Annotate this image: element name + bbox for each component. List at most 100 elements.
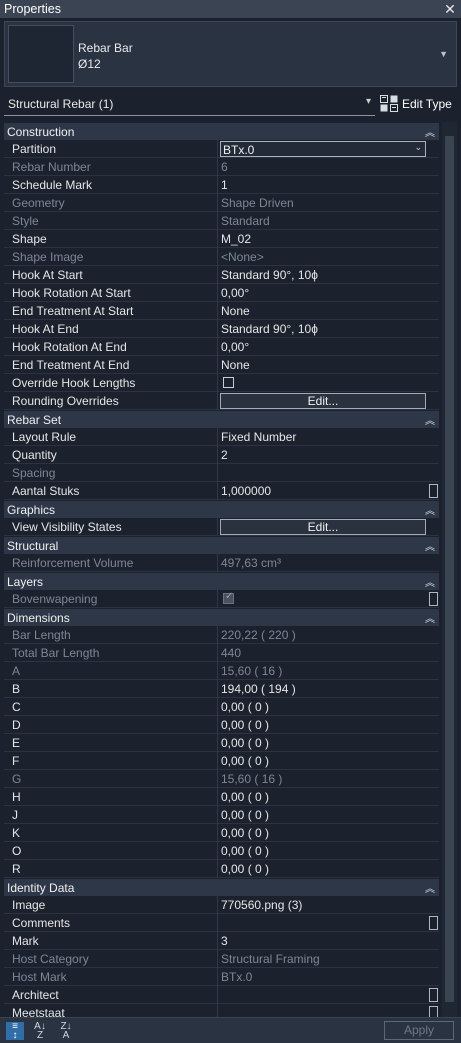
- property-value[interactable]: 0,00 ( 0 ): [221, 754, 269, 768]
- column-divider: [217, 428, 218, 446]
- property-label: Spacing: [12, 466, 56, 480]
- property-label: Partition: [12, 142, 57, 156]
- property-value[interactable]: 0,00 ( 0 ): [221, 808, 269, 822]
- property-row[interactable]: F 0,00 ( 0 ): [4, 752, 439, 770]
- property-value[interactable]: 770560.png (3): [221, 898, 302, 912]
- property-row[interactable]: Meetstaat: [4, 1004, 439, 1017]
- collapse-icon[interactable]: ︽: [425, 880, 435, 895]
- property-row[interactable]: B 194,00 ( 194 ): [4, 680, 439, 698]
- property-row[interactable]: Hook At Start Standard 90°, 10ϕ: [4, 266, 439, 284]
- property-row[interactable]: Layout Rule Fixed Number: [4, 428, 439, 446]
- property-value[interactable]: None: [221, 304, 250, 318]
- property-row[interactable]: Shape M_02: [4, 230, 439, 248]
- property-row[interactable]: C 0,00 ( 0 ): [4, 698, 439, 716]
- property-value[interactable]: 0,00 ( 0 ): [221, 790, 269, 804]
- property-value[interactable]: 0,00 ( 0 ): [221, 844, 269, 858]
- property-value: 440: [221, 646, 242, 660]
- column-divider: [217, 950, 218, 968]
- instance-filter-dropdown[interactable]: Structural Rebar (1) ▾: [4, 92, 375, 116]
- property-row: Style Standard: [4, 212, 439, 230]
- property-row[interactable]: Override Hook Lengths: [4, 374, 439, 392]
- scrollbar-thumb[interactable]: [445, 136, 454, 1002]
- property-row[interactable]: Architect: [4, 986, 439, 1004]
- value-expand-button[interactable]: [429, 592, 438, 606]
- property-value[interactable]: None: [221, 358, 250, 372]
- column-divider: [217, 734, 218, 752]
- type-selector[interactable]: Rebar Bar Ø12 ▼: [4, 21, 457, 87]
- property-row[interactable]: Mark 3: [4, 932, 439, 950]
- property-row[interactable]: View Visibility States Edit...: [4, 518, 439, 536]
- property-value[interactable]: 0,00 ( 0 ): [221, 862, 269, 876]
- value-expand-button[interactable]: [429, 1006, 438, 1017]
- property-value[interactable]: Standard 90°, 10ϕ: [221, 322, 318, 336]
- chevron-down-icon[interactable]: ⌄: [414, 142, 422, 153]
- property-row: Bar Length 220,22 ( 220 ): [4, 626, 439, 644]
- properties-scrollbar[interactable]: [442, 122, 457, 1017]
- value-expand-button[interactable]: [429, 916, 438, 930]
- property-value[interactable]: 1: [221, 178, 228, 192]
- property-row[interactable]: Image 770560.png (3): [4, 896, 439, 914]
- property-value[interactable]: Fixed Number: [221, 430, 296, 444]
- property-checkbox[interactable]: [223, 377, 234, 388]
- chevron-down-icon[interactable]: ▾: [366, 96, 371, 107]
- property-value[interactable]: 3: [221, 934, 228, 948]
- property-value[interactable]: 194,00 ( 194 ): [221, 682, 296, 696]
- property-value[interactable]: 0,00°: [221, 340, 249, 354]
- property-row[interactable]: Quantity 2: [4, 446, 439, 464]
- property-row[interactable]: Schedule Mark 1: [4, 176, 439, 194]
- property-row[interactable]: End Treatment At Start None: [4, 302, 439, 320]
- property-row[interactable]: K 0,00 ( 0 ): [4, 824, 439, 842]
- chevron-down-icon[interactable]: ▼: [439, 49, 448, 59]
- section-header[interactable]: Dimensions ︽: [4, 608, 439, 626]
- property-row[interactable]: R 0,00 ( 0 ): [4, 860, 439, 878]
- collapse-icon[interactable]: ︽: [425, 502, 435, 517]
- property-row[interactable]: J 0,00 ( 0 ): [4, 806, 439, 824]
- property-row[interactable]: E 0,00 ( 0 ): [4, 734, 439, 752]
- collapse-icon[interactable]: ︽: [425, 610, 435, 625]
- property-row[interactable]: O 0,00 ( 0 ): [4, 842, 439, 860]
- collapse-icon[interactable]: ︽: [425, 538, 435, 553]
- property-row: Reinforcement Volume 497,63 cm³: [4, 554, 439, 572]
- close-icon[interactable]: ✕: [443, 0, 457, 18]
- categorized-view-icon[interactable]: ≡ ↕: [6, 1022, 24, 1041]
- section-header[interactable]: Construction ︽: [4, 122, 439, 140]
- sort-ascending-icon[interactable]: A↓ Z: [31, 1022, 49, 1041]
- property-row[interactable]: Hook At End Standard 90°, 10ϕ: [4, 320, 439, 338]
- property-row[interactable]: Hook Rotation At Start 0,00°: [4, 284, 439, 302]
- property-value[interactable]: M_02: [221, 232, 251, 246]
- section-header[interactable]: Structural ︽: [4, 536, 439, 554]
- property-row[interactable]: End Treatment At End None: [4, 356, 439, 374]
- property-value[interactable]: 0,00°: [221, 286, 249, 300]
- edit-button[interactable]: Edit...: [220, 393, 426, 409]
- property-value[interactable]: 1,000000: [221, 484, 271, 498]
- property-row[interactable]: D 0,00 ( 0 ): [4, 716, 439, 734]
- property-value[interactable]: 0,00 ( 0 ): [221, 826, 269, 840]
- sort-descending-icon[interactable]: Z↓ A: [57, 1022, 75, 1041]
- edit-button[interactable]: Edit...: [220, 519, 426, 535]
- value-expand-button[interactable]: [429, 484, 438, 498]
- value-expand-button[interactable]: [429, 988, 438, 1002]
- property-value[interactable]: 0,00 ( 0 ): [221, 718, 269, 732]
- property-label: Bovenwapening: [12, 592, 98, 606]
- property-row[interactable]: Hook Rotation At End 0,00°: [4, 338, 439, 356]
- property-value[interactable]: 0,00 ( 0 ): [221, 736, 269, 750]
- property-row: Host Mark BTx.0: [4, 968, 439, 986]
- section-header[interactable]: Graphics ︽: [4, 500, 439, 518]
- property-value[interactable]: 0,00 ( 0 ): [221, 700, 269, 714]
- section-header[interactable]: Layers ︽: [4, 572, 439, 590]
- property-row[interactable]: Comments: [4, 914, 439, 932]
- property-row[interactable]: Rounding Overrides Edit...: [4, 392, 439, 410]
- property-value[interactable]: Standard 90°, 10ϕ: [221, 268, 318, 282]
- section-header[interactable]: Identity Data ︽: [4, 878, 439, 896]
- property-label: A: [12, 664, 21, 678]
- property-row[interactable]: Partition BTx.0 ⌄: [4, 140, 439, 158]
- property-row[interactable]: H 0,00 ( 0 ): [4, 788, 439, 806]
- collapse-icon[interactable]: ︽: [425, 574, 435, 589]
- collapse-icon[interactable]: ︽: [425, 412, 435, 427]
- property-value[interactable]: 2: [221, 448, 228, 462]
- property-dropdown[interactable]: BTx.0 ⌄: [220, 141, 426, 157]
- apply-button[interactable]: Apply: [384, 1021, 454, 1040]
- section-header[interactable]: Rebar Set ︽: [4, 410, 439, 428]
- collapse-icon[interactable]: ︽: [425, 124, 435, 139]
- property-row[interactable]: Aantal Stuks 1,000000: [4, 482, 439, 500]
